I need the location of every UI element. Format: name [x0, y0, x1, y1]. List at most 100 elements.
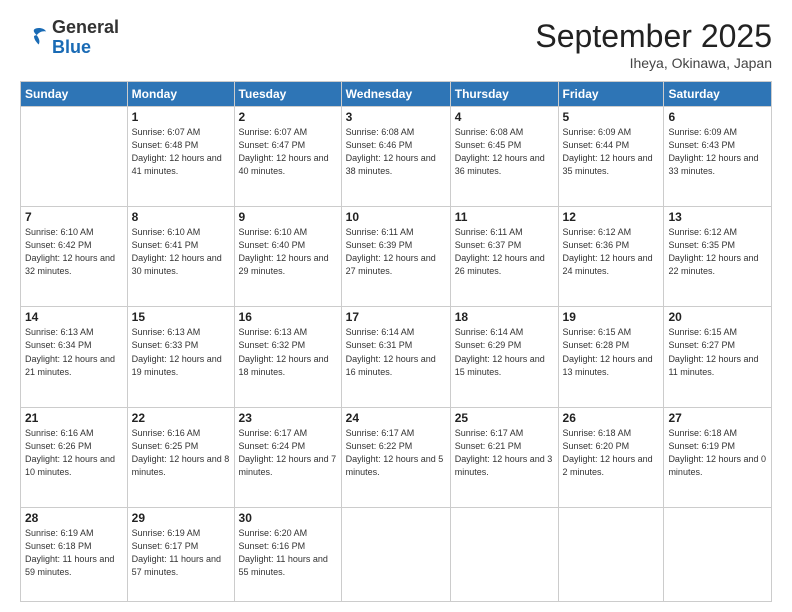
- day-info: Sunrise: 6:17 AMSunset: 6:21 PMDaylight:…: [455, 427, 554, 479]
- day-info: Sunrise: 6:14 AMSunset: 6:29 PMDaylight:…: [455, 326, 554, 378]
- calendar-cell: 14Sunrise: 6:13 AMSunset: 6:34 PMDayligh…: [21, 307, 128, 407]
- calendar-cell: 11 Sunrise: 6:11 AMSunset: 6:37 PMDayligh…: [450, 207, 558, 307]
- day-number: 11: [455, 210, 554, 224]
- calendar-cell: 17 Sunrise: 6:14 AMSunset: 6:31 PMDayligh…: [341, 307, 450, 407]
- day-info: Sunrise: 6:18 AMSunset: 6:19 PMDaylight:…: [668, 427, 767, 479]
- calendar-cell: 19 Sunrise: 6:15 AMSunset: 6:28 PMDayligh…: [558, 307, 664, 407]
- day-number: 28: [25, 511, 123, 525]
- calendar-cell: 27 Sunrise: 6:18 AMSunset: 6:19 PMDayligh…: [664, 407, 772, 507]
- calendar-cell: [21, 107, 128, 207]
- calendar-cell: 15Sunrise: 6:13 AMSunset: 6:33 PMDayligh…: [127, 307, 234, 407]
- day-number: 9: [239, 210, 337, 224]
- weekday-header: Wednesday: [341, 82, 450, 107]
- day-number: 10: [346, 210, 446, 224]
- day-number: 30: [239, 511, 337, 525]
- day-number: 8: [132, 210, 230, 224]
- day-info: Sunrise: 6:09 AMSunset: 6:43 PMDaylight:…: [668, 126, 767, 178]
- weekday-header: Monday: [127, 82, 234, 107]
- calendar-cell: [341, 507, 450, 601]
- weekday-header: Thursday: [450, 82, 558, 107]
- day-number: 25: [455, 411, 554, 425]
- day-info: Sunrise: 6:09 AMSunset: 6:44 PMDaylight:…: [563, 126, 660, 178]
- day-number: 23: [239, 411, 337, 425]
- calendar-cell: 5 Sunrise: 6:09 AMSunset: 6:44 PMDaylight…: [558, 107, 664, 207]
- day-number: 5: [563, 110, 660, 124]
- calendar-cell: 16 Sunrise: 6:13 AMSunset: 6:32 PMDayligh…: [234, 307, 341, 407]
- day-info: Sunrise: 6:10 AMSunset: 6:42 PMDaylight:…: [25, 226, 123, 278]
- day-number: 7: [25, 210, 123, 224]
- calendar-week-row: 14Sunrise: 6:13 AMSunset: 6:34 PMDayligh…: [21, 307, 772, 407]
- calendar-cell: 29 Sunrise: 6:19 AMSunset: 6:17 PMDayligh…: [127, 507, 234, 601]
- calendar-cell: 26 Sunrise: 6:18 AMSunset: 6:20 PMDayligh…: [558, 407, 664, 507]
- calendar-cell: 9 Sunrise: 6:10 AMSunset: 6:40 PMDaylight…: [234, 207, 341, 307]
- day-info: Sunrise: 6:08 AMSunset: 6:46 PMDaylight:…: [346, 126, 446, 178]
- day-number: 26: [563, 411, 660, 425]
- calendar-cell: [664, 507, 772, 601]
- day-info: Sunrise: 6:07 AMSunset: 6:48 PMDaylight:…: [132, 126, 230, 178]
- logo-general: General: [52, 17, 119, 37]
- calendar-cell: [450, 507, 558, 601]
- day-number: 27: [668, 411, 767, 425]
- day-info: Sunrise: 6:19 AMSunset: 6:17 PMDaylight:…: [132, 527, 230, 579]
- logo-text: General Blue: [52, 18, 119, 58]
- day-info: Sunrise: 6:08 AMSunset: 6:45 PMDaylight:…: [455, 126, 554, 178]
- day-info: Sunrise: 6:11 AMSunset: 6:37 PMDaylight:…: [455, 226, 554, 278]
- day-info: Sunrise: 6:11 AMSunset: 6:39 PMDaylight:…: [346, 226, 446, 278]
- day-info: Sunrise: 6:17 AMSunset: 6:24 PMDaylight:…: [239, 427, 337, 479]
- logo-bird-icon: [20, 24, 48, 52]
- page: General Blue September 2025 Iheya, Okina…: [0, 0, 792, 612]
- weekday-header: Sunday: [21, 82, 128, 107]
- day-number: 2: [239, 110, 337, 124]
- weekday-header-row: SundayMondayTuesdayWednesdayThursdayFrid…: [21, 82, 772, 107]
- day-number: 12: [563, 210, 660, 224]
- calendar-week-row: 21 Sunrise: 6:16 AMSunset: 6:26 PMDayligh…: [21, 407, 772, 507]
- calendar-cell: 7 Sunrise: 6:10 AMSunset: 6:42 PMDaylight…: [21, 207, 128, 307]
- day-number: 24: [346, 411, 446, 425]
- calendar-cell: 20Sunrise: 6:15 AMSunset: 6:27 PMDayligh…: [664, 307, 772, 407]
- calendar-cell: 3Sunrise: 6:08 AMSunset: 6:46 PMDaylight…: [341, 107, 450, 207]
- day-number: 19: [563, 310, 660, 324]
- calendar-cell: 10 Sunrise: 6:11 AMSunset: 6:39 PMDayligh…: [341, 207, 450, 307]
- day-info: Sunrise: 6:17 AMSunset: 6:22 PMDaylight:…: [346, 427, 446, 479]
- day-info: Sunrise: 6:10 AMSunset: 6:41 PMDaylight:…: [132, 226, 230, 278]
- day-number: 13: [668, 210, 767, 224]
- day-number: 1: [132, 110, 230, 124]
- calendar-cell: 21 Sunrise: 6:16 AMSunset: 6:26 PMDayligh…: [21, 407, 128, 507]
- day-info: Sunrise: 6:07 AMSunset: 6:47 PMDaylight:…: [239, 126, 337, 178]
- calendar-week-row: 28Sunrise: 6:19 AMSunset: 6:18 PMDayligh…: [21, 507, 772, 601]
- calendar-cell: 8 Sunrise: 6:10 AMSunset: 6:41 PMDaylight…: [127, 207, 234, 307]
- day-number: 17: [346, 310, 446, 324]
- day-info: Sunrise: 6:10 AMSunset: 6:40 PMDaylight:…: [239, 226, 337, 278]
- day-info: Sunrise: 6:15 AMSunset: 6:27 PMDaylight:…: [668, 326, 767, 378]
- day-info: Sunrise: 6:15 AMSunset: 6:28 PMDaylight:…: [563, 326, 660, 378]
- weekday-header: Saturday: [664, 82, 772, 107]
- weekday-header: Tuesday: [234, 82, 341, 107]
- day-number: 16: [239, 310, 337, 324]
- day-info: Sunrise: 6:14 AMSunset: 6:31 PMDaylight:…: [346, 326, 446, 378]
- day-info: Sunrise: 6:16 AMSunset: 6:25 PMDaylight:…: [132, 427, 230, 479]
- logo-blue: Blue: [52, 37, 91, 57]
- day-number: 29: [132, 511, 230, 525]
- day-info: Sunrise: 6:13 AMSunset: 6:32 PMDaylight:…: [239, 326, 337, 378]
- header: General Blue September 2025 Iheya, Okina…: [20, 18, 772, 71]
- day-info: Sunrise: 6:18 AMSunset: 6:20 PMDaylight:…: [563, 427, 660, 479]
- calendar-week-row: 1 Sunrise: 6:07 AMSunset: 6:48 PMDaylight…: [21, 107, 772, 207]
- location: Iheya, Okinawa, Japan: [535, 55, 772, 71]
- day-info: Sunrise: 6:12 AMSunset: 6:36 PMDaylight:…: [563, 226, 660, 278]
- calendar-cell: 13 Sunrise: 6:12 AMSunset: 6:35 PMDayligh…: [664, 207, 772, 307]
- calendar-cell: 18Sunrise: 6:14 AMSunset: 6:29 PMDayligh…: [450, 307, 558, 407]
- calendar-cell: 1 Sunrise: 6:07 AMSunset: 6:48 PMDaylight…: [127, 107, 234, 207]
- day-info: Sunrise: 6:16 AMSunset: 6:26 PMDaylight:…: [25, 427, 123, 479]
- title-block: September 2025 Iheya, Okinawa, Japan: [535, 18, 772, 71]
- calendar-cell: 2 Sunrise: 6:07 AMSunset: 6:47 PMDaylight…: [234, 107, 341, 207]
- day-info: Sunrise: 6:13 AMSunset: 6:34 PMDaylight:…: [25, 326, 123, 378]
- logo: General Blue: [20, 18, 119, 58]
- day-number: 21: [25, 411, 123, 425]
- calendar-cell: 22Sunrise: 6:16 AMSunset: 6:25 PMDayligh…: [127, 407, 234, 507]
- calendar-week-row: 7 Sunrise: 6:10 AMSunset: 6:42 PMDaylight…: [21, 207, 772, 307]
- day-info: Sunrise: 6:20 AMSunset: 6:16 PMDaylight:…: [239, 527, 337, 579]
- calendar-cell: 12 Sunrise: 6:12 AMSunset: 6:36 PMDayligh…: [558, 207, 664, 307]
- calendar-cell: 28Sunrise: 6:19 AMSunset: 6:18 PMDayligh…: [21, 507, 128, 601]
- day-info: Sunrise: 6:12 AMSunset: 6:35 PMDaylight:…: [668, 226, 767, 278]
- day-number: 4: [455, 110, 554, 124]
